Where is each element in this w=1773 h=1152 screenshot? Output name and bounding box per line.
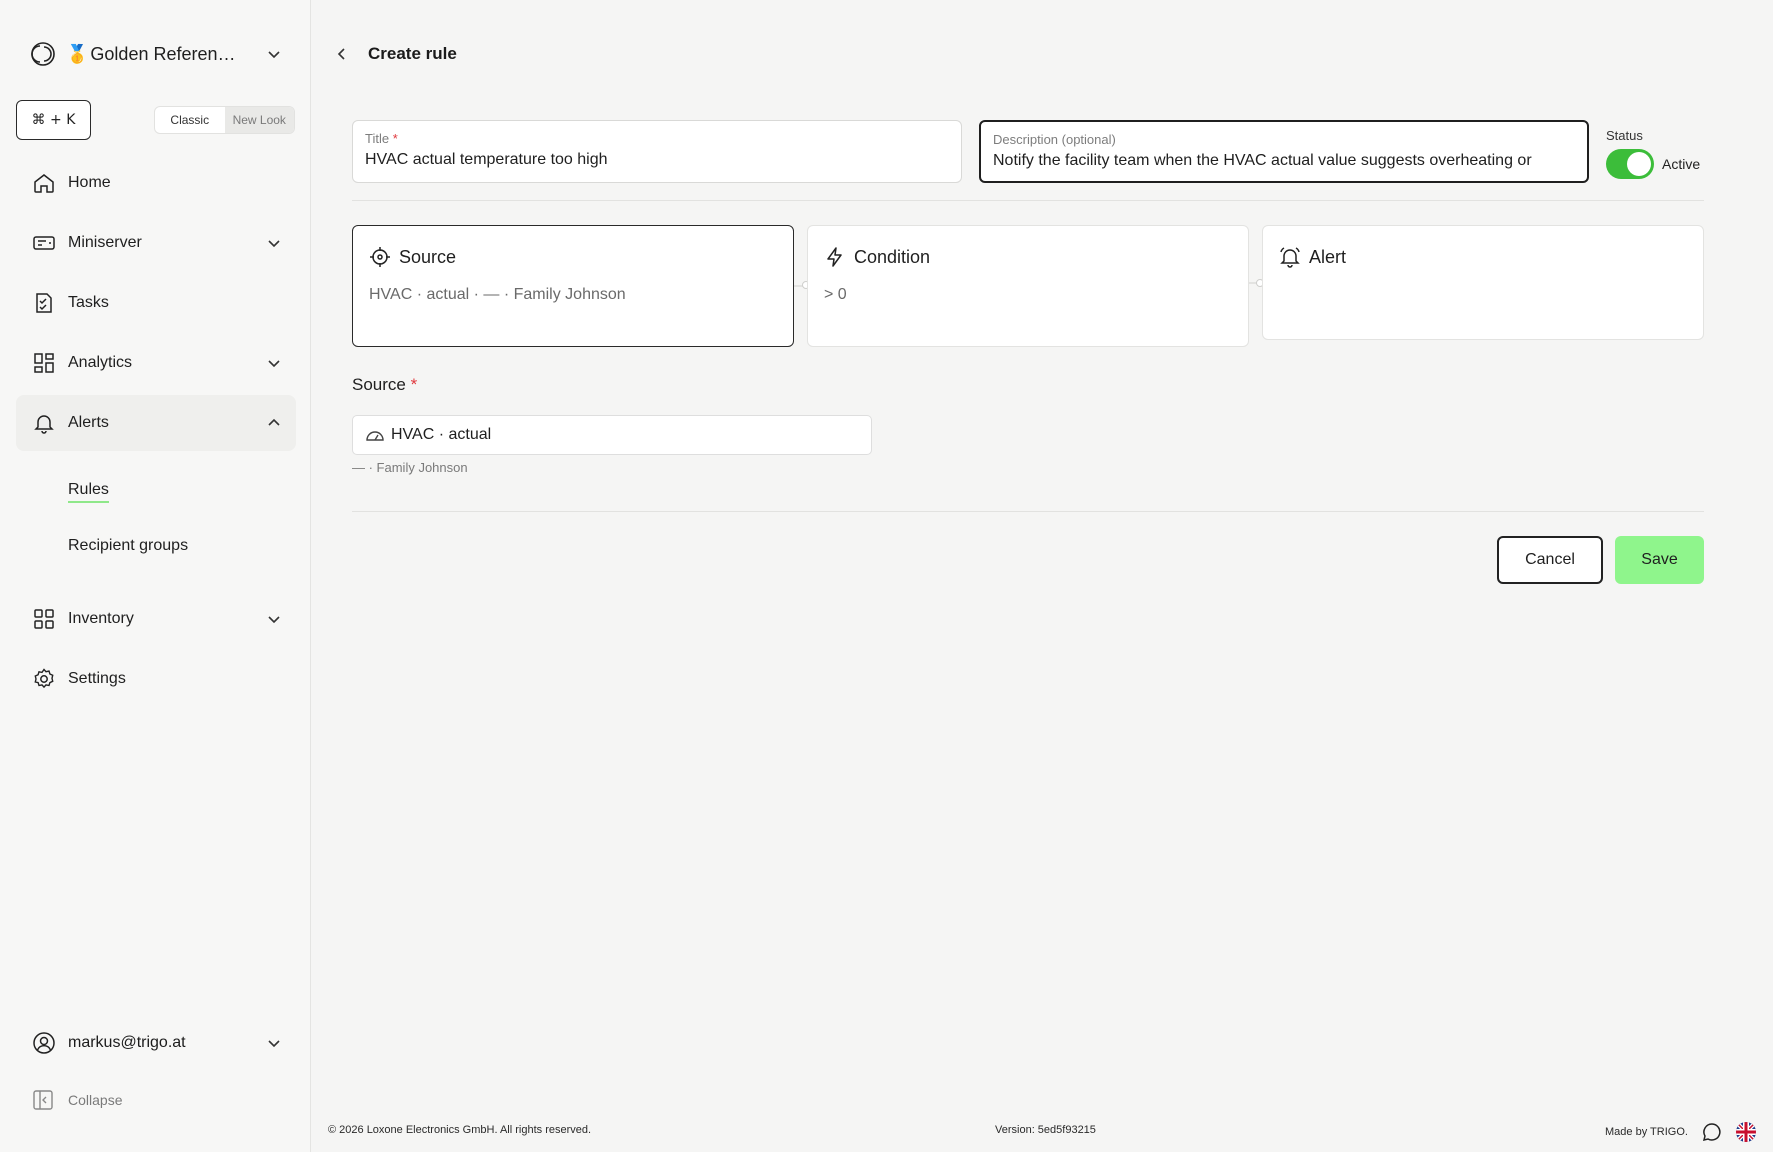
source-label-text: Source — [352, 375, 406, 394]
required-marker: * — [410, 375, 418, 394]
sidebar-item-label: Inventory — [68, 610, 134, 627]
description-field[interactable]: Description (optional) — [979, 120, 1589, 183]
chevron-down-icon — [266, 611, 282, 627]
collapse-sidebar-button[interactable]: Collapse — [32, 1088, 122, 1112]
sidebar-item-analytics[interactable]: Analytics — [16, 335, 296, 391]
required-marker: * — [392, 131, 398, 146]
user-menu[interactable]: markus@trigo.at — [16, 1015, 296, 1071]
version-text: Version: 5ed5f93215 — [995, 1124, 1096, 1136]
sidebar-item-alerts[interactable]: Alerts — [16, 395, 296, 451]
chevron-up-icon — [266, 415, 282, 431]
workspace-name: Golden Referen… — [90, 43, 236, 64]
workspace-logo-icon — [30, 41, 56, 67]
save-button[interactable]: Save — [1615, 536, 1704, 584]
command-palette-button[interactable]: ⌘ + K — [16, 100, 91, 140]
copyright-text: © 2026 Loxone Electronics GmbH. All righ… — [328, 1124, 592, 1136]
sidebar-item-tasks[interactable]: Tasks — [16, 275, 296, 331]
sidebar-item-label: Tasks — [68, 294, 109, 311]
source-section-label: Source * — [352, 375, 417, 395]
divider — [352, 511, 1704, 512]
sidebar-item-inventory[interactable]: Inventory — [16, 591, 296, 647]
collapse-label: Collapse — [68, 1092, 123, 1108]
sidebar-subitem-recipient-groups[interactable]: Recipient groups — [68, 537, 188, 555]
footer: © 2026 Loxone Electronics GmbH. All righ… — [328, 1120, 1758, 1144]
title-input[interactable] — [365, 151, 949, 169]
source-select[interactable]: HVAC · actual — [352, 415, 872, 455]
sidebar-item-label: Alerts — [68, 414, 109, 431]
page-title: Create rule — [368, 44, 457, 63]
classic-option[interactable]: Classic — [155, 107, 225, 133]
step-subtitle: > 0 — [824, 286, 847, 303]
chevron-down-icon — [266, 235, 282, 251]
sidebar-item-miniserver[interactable]: Miniserver — [16, 215, 296, 271]
step-subtitle: HVAC · actual · — · Family Johnson — [369, 286, 626, 303]
status-label: Status — [1606, 128, 1643, 143]
sidebar-item-label: Analytics — [68, 354, 133, 371]
alarm-bell-icon — [1279, 246, 1301, 268]
step-card-condition[interactable]: Condition > 0 — [807, 225, 1249, 347]
tasks-icon — [32, 291, 56, 315]
chevron-down-icon — [266, 1035, 282, 1051]
miniserver-icon — [32, 231, 56, 255]
lightning-icon — [824, 246, 846, 268]
workspace-switcher[interactable]: 🥇 Golden Referen… — [30, 38, 282, 70]
title-field[interactable]: Title * — [352, 120, 962, 183]
sidebar-subitem-rules[interactable]: Rules — [68, 481, 109, 503]
description-field-label: Description (optional) — [993, 132, 1116, 147]
user-email: markus@trigo.at — [68, 1034, 186, 1051]
new-look-option[interactable]: New Look — [224, 107, 294, 133]
status-control: Status Active — [1606, 128, 1716, 188]
uk-flag-icon[interactable] — [1736, 1122, 1756, 1142]
look-toggle: Classic New Look — [154, 106, 295, 134]
title-field-label: Title * — [365, 131, 949, 147]
step-title: Source — [399, 246, 457, 267]
source-select-value: HVAC · actual — [391, 426, 492, 443]
made-by-text: Made by TRIGO. — [1605, 1126, 1688, 1138]
home-icon — [32, 171, 56, 195]
chevron-down-icon — [266, 355, 282, 371]
step-title: Condition — [854, 246, 931, 267]
sidebar-item-home[interactable]: Home — [16, 155, 296, 211]
description-input[interactable] — [993, 152, 1575, 170]
grid-icon — [32, 607, 56, 631]
status-toggle-label: Active — [1662, 156, 1701, 172]
sidebar-item-label: Miniserver — [68, 234, 142, 251]
source-hint: — · Family Johnson — [352, 460, 468, 475]
crosshair-icon — [369, 246, 391, 268]
bell-icon — [32, 411, 56, 435]
medal-icon: 🥇 — [66, 43, 89, 64]
chat-icon[interactable] — [1702, 1122, 1722, 1142]
gear-icon — [32, 667, 56, 691]
step-card-alert[interactable]: Alert — [1262, 225, 1704, 340]
page-header: Create rule — [330, 40, 457, 68]
title-label-text: Title — [365, 131, 390, 146]
status-toggle[interactable] — [1606, 149, 1654, 179]
chevron-down-icon — [266, 46, 282, 62]
step-title: Alert — [1309, 246, 1347, 267]
back-arrow-icon[interactable] — [330, 42, 354, 66]
user-avatar-icon — [32, 1031, 56, 1055]
analytics-icon — [32, 351, 56, 375]
divider — [352, 200, 1704, 201]
gauge-icon — [365, 425, 385, 445]
sidebar: 🥇 Golden Referen… ⌘ + K Classic New Look… — [0, 0, 311, 1152]
sidebar-item-label: Settings — [68, 670, 126, 687]
cancel-button[interactable]: Cancel — [1497, 536, 1603, 584]
main-content: Create rule Title * Description (optiona… — [312, 0, 1773, 1152]
collapse-icon — [32, 1089, 54, 1111]
sidebar-item-settings[interactable]: Settings — [16, 651, 296, 707]
sidebar-item-label: Home — [68, 174, 111, 191]
step-card-source[interactable]: Source HVAC · actual · — · Family Johnso… — [352, 225, 794, 347]
